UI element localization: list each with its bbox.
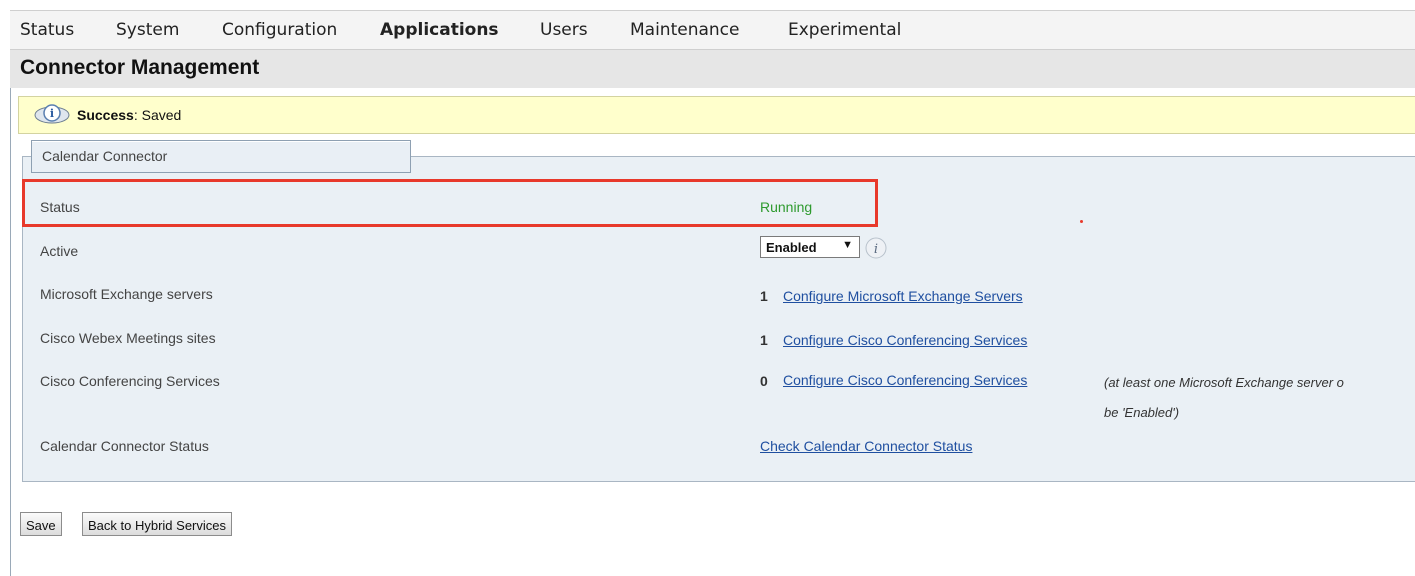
calendar-connector-panel: [22, 156, 1415, 482]
conferencing-note-line2: be 'Enabled'): [1104, 405, 1180, 420]
connector-status-label: Calendar Connector Status: [40, 438, 209, 454]
svg-text:i: i: [50, 107, 54, 120]
nav-configuration[interactable]: Configuration: [222, 11, 337, 49]
exchange-label: Microsoft Exchange servers: [40, 286, 213, 302]
active-select[interactable]: Enabled ▼: [760, 236, 860, 258]
banner-status-word: Success: [77, 107, 134, 123]
configure-conferencing-link[interactable]: Configure Cisco Conferencing Services: [783, 372, 1027, 388]
nav-status[interactable]: Status: [20, 11, 74, 49]
info-help-icon[interactable]: i: [864, 236, 888, 260]
top-navigation: Status System Configuration Applications…: [10, 10, 1415, 50]
active-label: Active: [40, 243, 79, 259]
active-select-value: Enabled: [766, 240, 817, 255]
left-rule: [10, 88, 11, 576]
svg-text:i: i: [874, 242, 878, 257]
conferencing-count: 0: [760, 373, 768, 389]
nav-applications[interactable]: Applications: [380, 11, 499, 49]
nav-maintenance[interactable]: Maintenance: [630, 11, 739, 49]
conferencing-label: Cisco Conferencing Services: [40, 373, 220, 389]
configure-exchange-link[interactable]: Configure Microsoft Exchange Servers: [783, 288, 1023, 304]
red-dot: [1080, 220, 1083, 223]
banner-text: : Saved: [133, 107, 182, 123]
status-label: Status: [40, 199, 80, 215]
webex-label: Cisco Webex Meetings sites: [40, 330, 216, 346]
success-banner: i Success: Saved: [18, 96, 1415, 134]
check-connector-status-link[interactable]: Check Calendar Connector Status: [760, 438, 972, 454]
back-to-hybrid-services-button[interactable]: Back to Hybrid Services: [82, 512, 232, 536]
save-button[interactable]: Save: [20, 512, 62, 536]
nav-system[interactable]: System: [116, 11, 179, 49]
page-title: Connector Management: [20, 56, 260, 79]
section-title: Calendar Connector: [42, 148, 168, 164]
webex-count: 1: [760, 332, 768, 348]
configure-webex-link[interactable]: Configure Cisco Conferencing Services: [783, 332, 1027, 348]
nav-experimental[interactable]: Experimental: [788, 11, 901, 49]
status-value: Running: [760, 199, 813, 215]
banner-message: Success: Saved: [77, 107, 181, 123]
conferencing-note-line1: (at least one Microsoft Exchange server …: [1104, 375, 1344, 390]
exchange-count: 1: [760, 288, 768, 304]
title-bar: Connector Management: [10, 50, 1415, 88]
info-icon: i: [33, 103, 71, 125]
section-legend: Calendar Connector: [31, 140, 411, 173]
dropdown-arrow-icon: ▼: [842, 239, 853, 251]
nav-users[interactable]: Users: [540, 11, 588, 49]
